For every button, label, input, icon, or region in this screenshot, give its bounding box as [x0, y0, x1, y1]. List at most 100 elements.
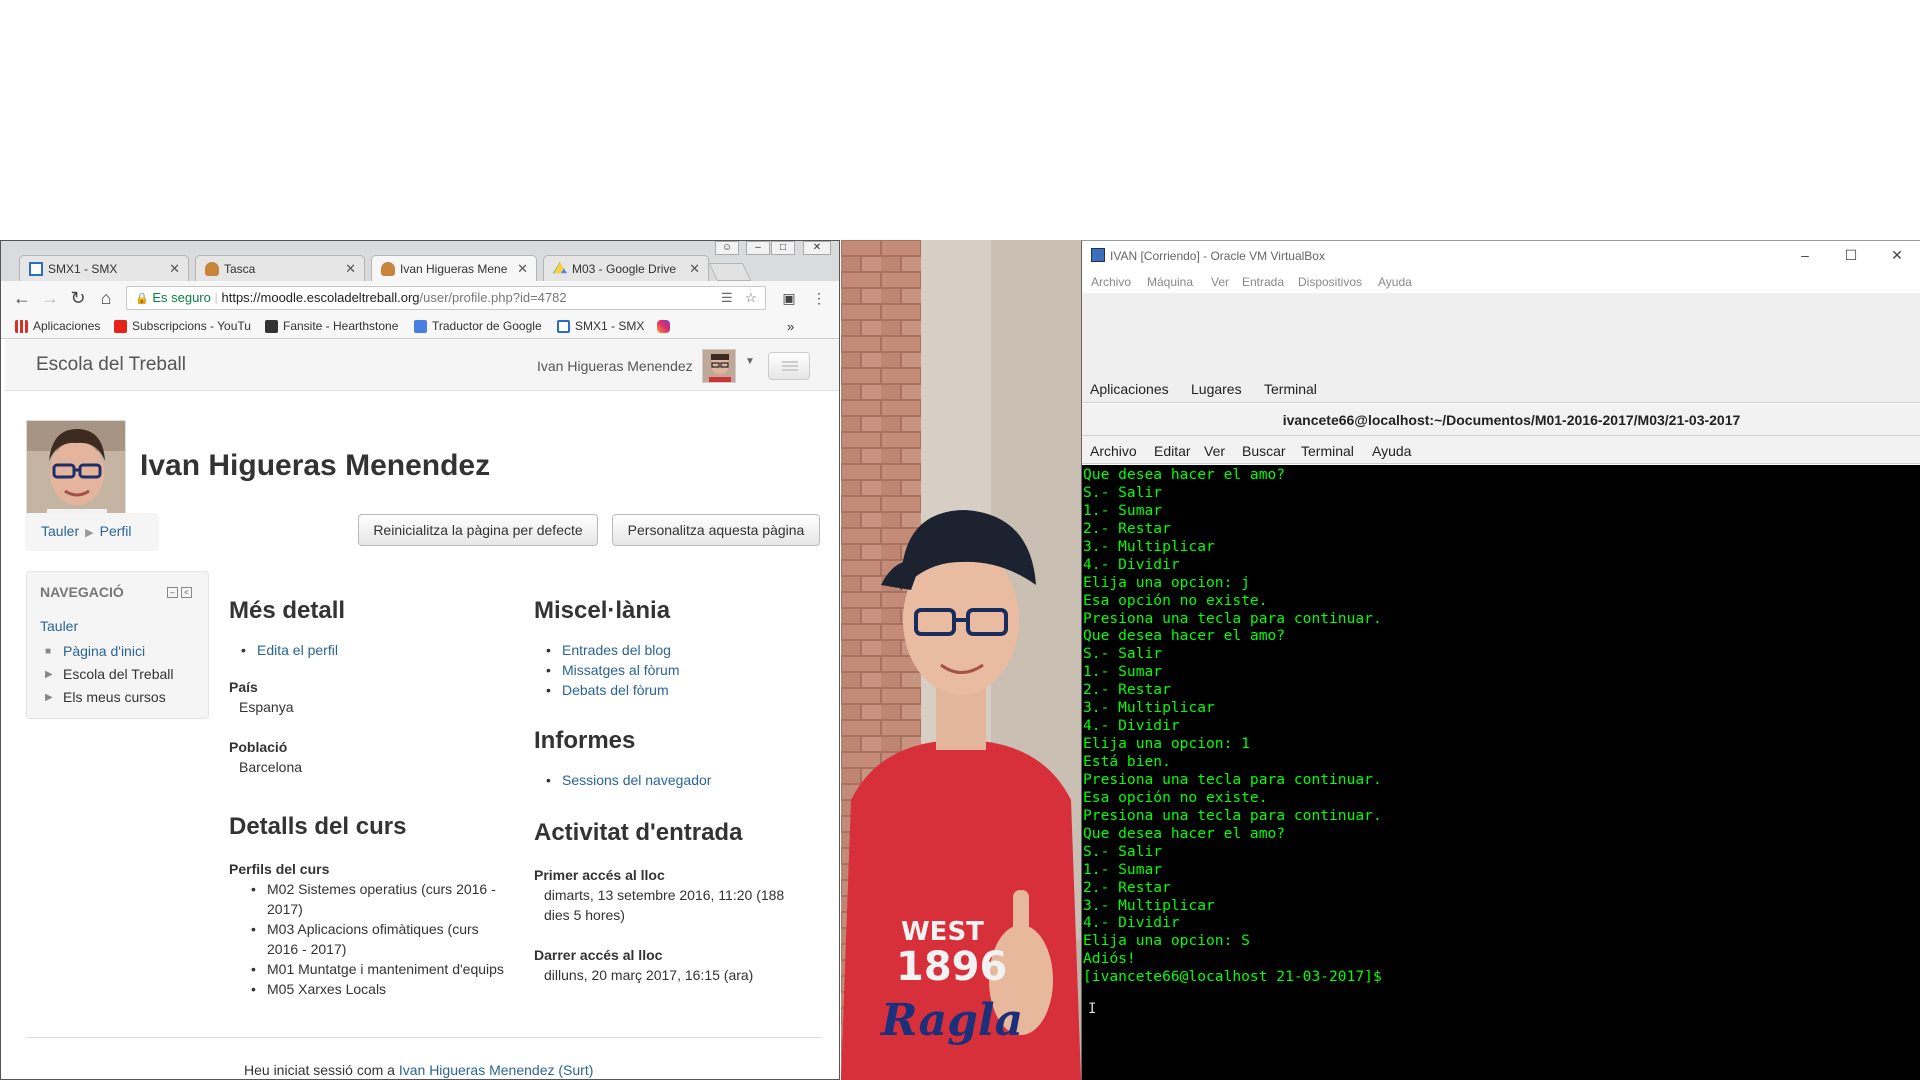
back-icon[interactable]: ←: [12, 288, 32, 308]
bookmarks-overflow-icon[interactable]: »: [787, 319, 794, 334]
nav-home-page[interactable]: ■ Pàgina d'inici: [45, 643, 145, 659]
close-tab-icon[interactable]: ✕: [169, 261, 180, 277]
terminal-line: S.- Salir: [1083, 645, 1163, 663]
expand-arrow-icon[interactable]: ▶: [45, 666, 53, 683]
term-menu-buscar[interactable]: Buscar: [1242, 443, 1286, 459]
terminal-line: 2.- Restar: [1083, 681, 1171, 699]
browser-toolbar: ← → ↻ ⌂ 🔒 Es seguro | https://moodle.esc…: [1, 281, 839, 315]
bookmark-smx1[interactable]: SMX1 - SMX: [557, 319, 644, 333]
course-link-m01[interactable]: M01 Muntatge i manteniment d'equips: [251, 959, 504, 979]
nav-tauler[interactable]: Tauler: [40, 618, 78, 634]
bookmark-apps[interactable]: Aplicaciones: [15, 319, 100, 333]
footer-divider: [26, 1037, 822, 1038]
hamburger-menu-button[interactable]: [768, 352, 810, 380]
footer-login-info: Heu iniciat sessió com a Ivan Higueras M…: [244, 1062, 594, 1078]
terminal-line: S.- Salir: [1083, 842, 1163, 860]
reload-icon[interactable]: ↻: [68, 288, 88, 308]
bookmark-label: Aplicaciones: [33, 319, 101, 333]
close-icon[interactable]: ✕: [1885, 245, 1909, 265]
tab-strip: SMX1 - SMX ✕ Tasca ✕ Ivan Higueras Menen…: [1, 241, 839, 281]
hearthstone-icon: [265, 320, 278, 333]
home-icon[interactable]: ⌂: [96, 288, 116, 308]
vb-menu-entrada[interactable]: Entrada: [1242, 275, 1284, 289]
vb-menu-ayuda[interactable]: Ayuda: [1378, 275, 1412, 289]
bookmarks-bar: Aplicaciones Subscripcions - YouTu Fansi…: [1, 315, 839, 339]
vb-menu-ver[interactable]: Ver: [1211, 275, 1229, 289]
secure-label: Es seguro: [152, 290, 211, 305]
breadcrumb-perfil[interactable]: Perfil: [100, 523, 132, 539]
tab-google-drive[interactable]: M03 - Google Drive ✕: [543, 255, 709, 281]
terminal-output[interactable]: Que desea hacer el amo? S.- Salir 1.- Suma…: [1082, 465, 1920, 1080]
blog-entries-link[interactable]: Entrades del blog: [546, 642, 671, 658]
close-tab-icon[interactable]: ✕: [345, 261, 356, 277]
city-value: Barcelona: [239, 759, 303, 775]
term-menu-ver[interactable]: Ver: [1204, 443, 1225, 459]
terminal-line: 3.- Multiplicar: [1083, 699, 1215, 717]
user-profile-icon[interactable]: ☺: [715, 241, 739, 255]
hide-block-icon[interactable]: <: [181, 587, 192, 598]
maximize-button[interactable]: □: [771, 241, 795, 255]
nav-escola-del-treball[interactable]: ▶ Escola del Treball: [45, 666, 174, 682]
nav-my-courses[interactable]: ▶ Els meus cursos: [45, 689, 166, 705]
gnome-applications-menu[interactable]: Aplicaciones: [1090, 381, 1169, 397]
logout-link[interactable]: Ivan Higueras Menendez (Surt): [399, 1062, 594, 1078]
expand-arrow-icon[interactable]: ▶: [45, 689, 53, 706]
gnome-terminal-menu[interactable]: Terminal: [1264, 381, 1317, 397]
vb-menu-maquina[interactable]: Máquina: [1147, 275, 1193, 289]
tab-profile[interactable]: Ivan Higueras Menen ✕: [371, 255, 537, 281]
reset-page-button[interactable]: Reinicialitza la pàgina per defecte: [358, 514, 598, 546]
menu-dots-icon[interactable]: ⋮: [809, 288, 829, 308]
forum-discussions-link[interactable]: Debats del fòrum: [546, 682, 669, 698]
close-tab-icon[interactable]: ✕: [517, 261, 528, 277]
new-tab-button[interactable]: [708, 263, 752, 281]
edit-profile-link[interactable]: Edita el perfil: [241, 642, 338, 658]
course-link-m05[interactable]: M05 Xarxes Locals: [251, 979, 386, 999]
caret-down-icon[interactable]: ▼: [745, 356, 755, 367]
address-bar[interactable]: 🔒 Es seguro | https://moodle.escoladeltr…: [126, 286, 766, 310]
vb-menu-dispositivos[interactable]: Dispositivos: [1298, 275, 1362, 289]
user-menu-name[interactable]: Ivan Higueras Menendez: [537, 358, 693, 374]
site-name[interactable]: Escola del Treball: [36, 354, 186, 376]
text-cursor-icon: I: [1088, 1001, 1097, 1017]
tab-title: SMX1 - SMX: [48, 262, 118, 276]
course-link-m03[interactable]: M03 Aplicacions ofimàtiques (curs2016 - …: [251, 919, 479, 959]
virtualbox-icon: [1091, 248, 1105, 262]
terminal-line: Que desea hacer el amo?: [1083, 627, 1286, 645]
customize-page-button[interactable]: Personalitza aquesta pàgina: [612, 514, 820, 546]
forum-posts-link[interactable]: Missatges al fòrum: [546, 662, 679, 678]
bookmark-label: Subscripcions - YouTu: [132, 319, 251, 333]
term-menu-ayuda[interactable]: Ayuda: [1372, 443, 1411, 459]
bookmark-translate[interactable]: Traductor de Google: [414, 319, 542, 333]
minimize-button[interactable]: –: [746, 241, 770, 255]
bookmark-hearthstone[interactable]: Fansite - Hearthstone: [265, 319, 403, 333]
tab-tasca[interactable]: Tasca ✕: [195, 255, 365, 281]
vb-menu-archivo[interactable]: Archivo: [1091, 275, 1131, 289]
breadcrumb-separator-icon: ▶: [85, 527, 94, 539]
gnome-places-menu[interactable]: Lugares: [1191, 381, 1242, 397]
youtube-icon: [114, 320, 127, 333]
bookmark-youtube[interactable]: Subscripcions - YouTu: [114, 319, 252, 333]
maximize-icon[interactable]: ☐: [1839, 245, 1863, 265]
shirt-text-1896: 1896: [896, 944, 1007, 990]
star-icon[interactable]: ☆: [745, 287, 757, 309]
breadcrumb-tauler[interactable]: Tauler: [41, 523, 79, 539]
minimize-icon[interactable]: –: [1793, 245, 1817, 265]
term-menu-editar[interactable]: Editar: [1154, 443, 1191, 459]
avatar[interactable]: [702, 349, 736, 383]
terminal-line: 4.- Dividir: [1083, 717, 1180, 735]
term-menu-terminal[interactable]: Terminal: [1301, 443, 1354, 459]
close-tab-icon[interactable]: ✕: [689, 261, 700, 277]
terminal-line: Está bien.: [1083, 753, 1171, 770]
tab-smx1[interactable]: SMX1 - SMX ✕: [19, 255, 189, 281]
browser-sessions-link[interactable]: Sessions del navegador: [546, 772, 711, 788]
close-window-button[interactable]: ✕: [803, 241, 831, 255]
course-link-m02[interactable]: M02 Sistemes operatius (curs 2016 -2017): [251, 879, 496, 919]
terminal-line: Elija una opcion: j: [1083, 573, 1250, 591]
tab-title: Ivan Higueras Menen: [400, 262, 508, 276]
extension-icon[interactable]: ▣: [779, 288, 799, 308]
terminal-line: 2.- Restar: [1083, 878, 1171, 896]
dock-block-icon[interactable]: –: [167, 587, 178, 598]
translate-icon[interactable]: ☰: [721, 287, 733, 309]
term-menu-archivo[interactable]: Archivo: [1090, 443, 1137, 459]
forward-icon[interactable]: →: [40, 288, 60, 308]
